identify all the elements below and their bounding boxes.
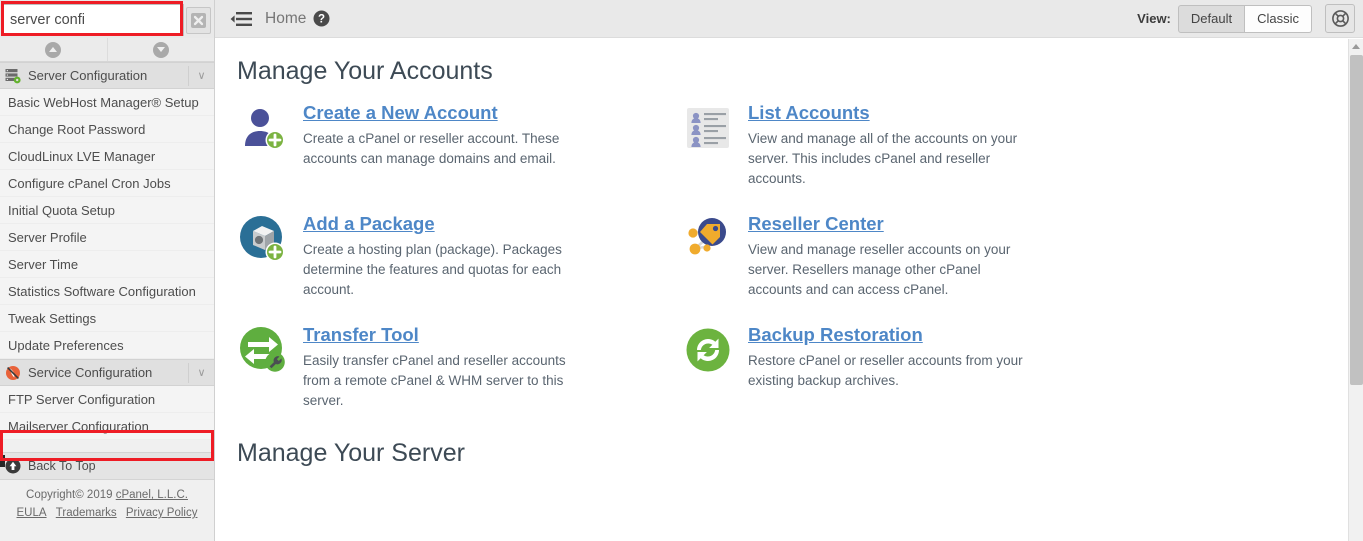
copyright-text: Copyright© 2019	[26, 489, 113, 501]
card-body: Backup Restoration Restore cPanel or res…	[748, 322, 1038, 411]
privacy-policy-link[interactable]: Privacy Policy	[126, 507, 198, 519]
server-config-icon	[0, 68, 26, 84]
sidebar-edge-marker	[0, 455, 5, 467]
sidebar-item-mailserver-configuration[interactable]: Mailserver Configuration	[0, 413, 214, 440]
account-tools-grid: Create a New Account Create a cPanel or …	[215, 100, 1348, 411]
back-to-top-label: Back To Top	[28, 459, 96, 473]
sidebar-item-change-root-password[interactable]: Change Root Password	[0, 116, 214, 143]
card-description: Restore cPanel or reseller accounts from…	[748, 353, 1023, 388]
scrollbar-thumb[interactable]	[1350, 55, 1363, 385]
card-reseller-center[interactable]: Reseller Center View and manage reseller…	[682, 211, 1082, 300]
view-default-button[interactable]: Default	[1177, 4, 1246, 33]
footer-links-line: EULA Trademarks Privacy Policy	[0, 504, 214, 522]
page-title-manage-accounts: Manage Your Accounts	[237, 57, 493, 85]
sidebar-item-ftp-server-configuration[interactable]: FTP Server Configuration	[0, 386, 214, 413]
svg-text:?: ?	[318, 14, 325, 26]
sidebar-item-basic-webhost-manager-setup[interactable]: Basic WebHost Manager® Setup	[0, 89, 214, 116]
card-description: Easily transfer cPanel and reseller acco…	[303, 353, 566, 408]
clear-x-icon	[191, 12, 206, 28]
search-clear-button[interactable]	[186, 6, 211, 34]
footer-copyright-line: Copyright© 2019 cPanel, L.L.C.	[0, 486, 214, 504]
chevron-down-icon[interactable]: ∨	[188, 65, 214, 86]
sidebar-scroll-down-button[interactable]	[108, 38, 215, 61]
main-vertical-scrollbar[interactable]	[1348, 39, 1363, 541]
sidebar-nav: Server Configuration ∨ Basic WebHost Man…	[0, 62, 214, 461]
card-title-link[interactable]: Transfer Tool	[303, 324, 419, 346]
card-backup-restoration[interactable]: Backup Restoration Restore cPanel or res…	[682, 322, 1082, 411]
sidebar-item-server-profile[interactable]: Server Profile	[0, 224, 214, 251]
left-sidebar: Server Configuration ∨ Basic WebHost Man…	[0, 0, 215, 541]
help-question-icon: ?	[313, 10, 330, 27]
sidebar-item-server-time[interactable]: Server Time	[0, 251, 214, 278]
sidebar-item-statistics-software-configuration[interactable]: Statistics Software Configuration	[0, 278, 214, 305]
card-body: Reseller Center View and manage reseller…	[748, 211, 1038, 300]
sidebar-group-label: Server Configuration	[28, 68, 148, 83]
user-add-icon	[237, 102, 289, 154]
collapse-sidebar-button[interactable]	[230, 11, 252, 27]
trademarks-link[interactable]: Trademarks	[56, 507, 117, 519]
chevron-down-icon[interactable]: ∨	[188, 362, 214, 383]
card-description: View and manage all of the accounts on y…	[748, 131, 1018, 186]
transfer-arrows-icon	[237, 324, 289, 376]
support-button[interactable]	[1325, 4, 1355, 33]
account-list-icon	[682, 102, 734, 154]
sidebar-footer: Copyright© 2019 cPanel, L.L.C. EULA Trad…	[0, 482, 214, 522]
chevron-down-icon	[152, 41, 169, 58]
sidebar-item-tweak-settings[interactable]: Tweak Settings	[0, 305, 214, 332]
view-label: View:	[1137, 11, 1171, 26]
sidebar-item-initial-quota-setup[interactable]: Initial Quota Setup	[0, 197, 214, 224]
sidebar-item-cloudlinux-lve-manager[interactable]: CloudLinux LVE Manager	[0, 143, 214, 170]
eula-link[interactable]: EULA	[17, 507, 47, 519]
top-bar: Home ? View: Default Classic	[215, 0, 1363, 38]
reseller-tag-icon	[682, 213, 734, 265]
lifering-support-icon	[1331, 10, 1349, 27]
sidebar-group-server-configuration[interactable]: Server Configuration ∨	[0, 62, 214, 89]
chevron-up-icon	[1352, 44, 1360, 49]
sidebar-scroll-up-button[interactable]	[0, 38, 108, 61]
sidebar-item-update-preferences[interactable]: Update Preferences	[0, 332, 214, 359]
card-description: Create a cPanel or reseller account. The…	[303, 131, 560, 166]
card-body: Add a Package Create a hosting plan (pac…	[303, 211, 593, 300]
card-add-a-package[interactable]: Add a Package Create a hosting plan (pac…	[237, 211, 617, 300]
card-title-link[interactable]: List Accounts	[748, 102, 870, 124]
card-body: Create a New Account Create a cPanel or …	[303, 100, 593, 189]
page-title-manage-server: Manage Your Server	[237, 439, 465, 467]
package-add-icon	[237, 213, 289, 265]
sidebar-item-configure-cpanel-cron-jobs[interactable]: Configure cPanel Cron Jobs	[0, 170, 214, 197]
card-list-accounts[interactable]: List Accounts View and manage all of the…	[682, 100, 1082, 189]
help-button[interactable]: ?	[313, 10, 330, 27]
scrollbar-up-button[interactable]	[1349, 39, 1363, 54]
sidebar-group-service-configuration[interactable]: Service Configuration ∨	[0, 359, 214, 386]
card-transfer-tool[interactable]: Transfer Tool Easily transfer cPanel and…	[237, 322, 617, 411]
card-title-link[interactable]: Add a Package	[303, 213, 435, 235]
service-config-icon	[0, 365, 26, 381]
card-create-new-account[interactable]: Create a New Account Create a cPanel or …	[237, 100, 617, 189]
card-body: List Accounts View and manage all of the…	[748, 100, 1038, 189]
view-switcher: View: Default Classic	[1137, 4, 1363, 33]
sidebar-search-row	[0, 0, 214, 38]
card-description: Create a hosting plan (package). Package…	[303, 242, 562, 297]
card-title-link[interactable]: Create a New Account	[303, 102, 498, 124]
chevron-up-icon	[45, 41, 62, 58]
cpanel-company-link[interactable]: cPanel, L.L.C.	[116, 489, 188, 501]
card-title-link[interactable]: Backup Restoration	[748, 324, 923, 346]
card-description: View and manage reseller accounts on you…	[748, 242, 1011, 297]
sidebar-search-input[interactable]	[3, 4, 184, 36]
main-content: Manage Your Accounts Create a New Accoun…	[215, 39, 1348, 541]
backup-restore-icon	[682, 324, 734, 376]
back-to-top-button[interactable]: Back To Top	[0, 452, 214, 480]
breadcrumb-home[interactable]: Home	[265, 10, 306, 28]
view-classic-button[interactable]: Classic	[1245, 4, 1312, 33]
collapse-sidebar-icon	[230, 11, 252, 26]
search-field-wrapper	[3, 4, 184, 36]
sidebar-group-label: Service Configuration	[28, 365, 153, 380]
card-title-link[interactable]: Reseller Center	[748, 213, 884, 235]
sidebar-scroll-arrows	[0, 38, 214, 62]
card-body: Transfer Tool Easily transfer cPanel and…	[303, 322, 593, 411]
whm-app-window: Server Configuration ∨ Basic WebHost Man…	[0, 0, 1363, 541]
